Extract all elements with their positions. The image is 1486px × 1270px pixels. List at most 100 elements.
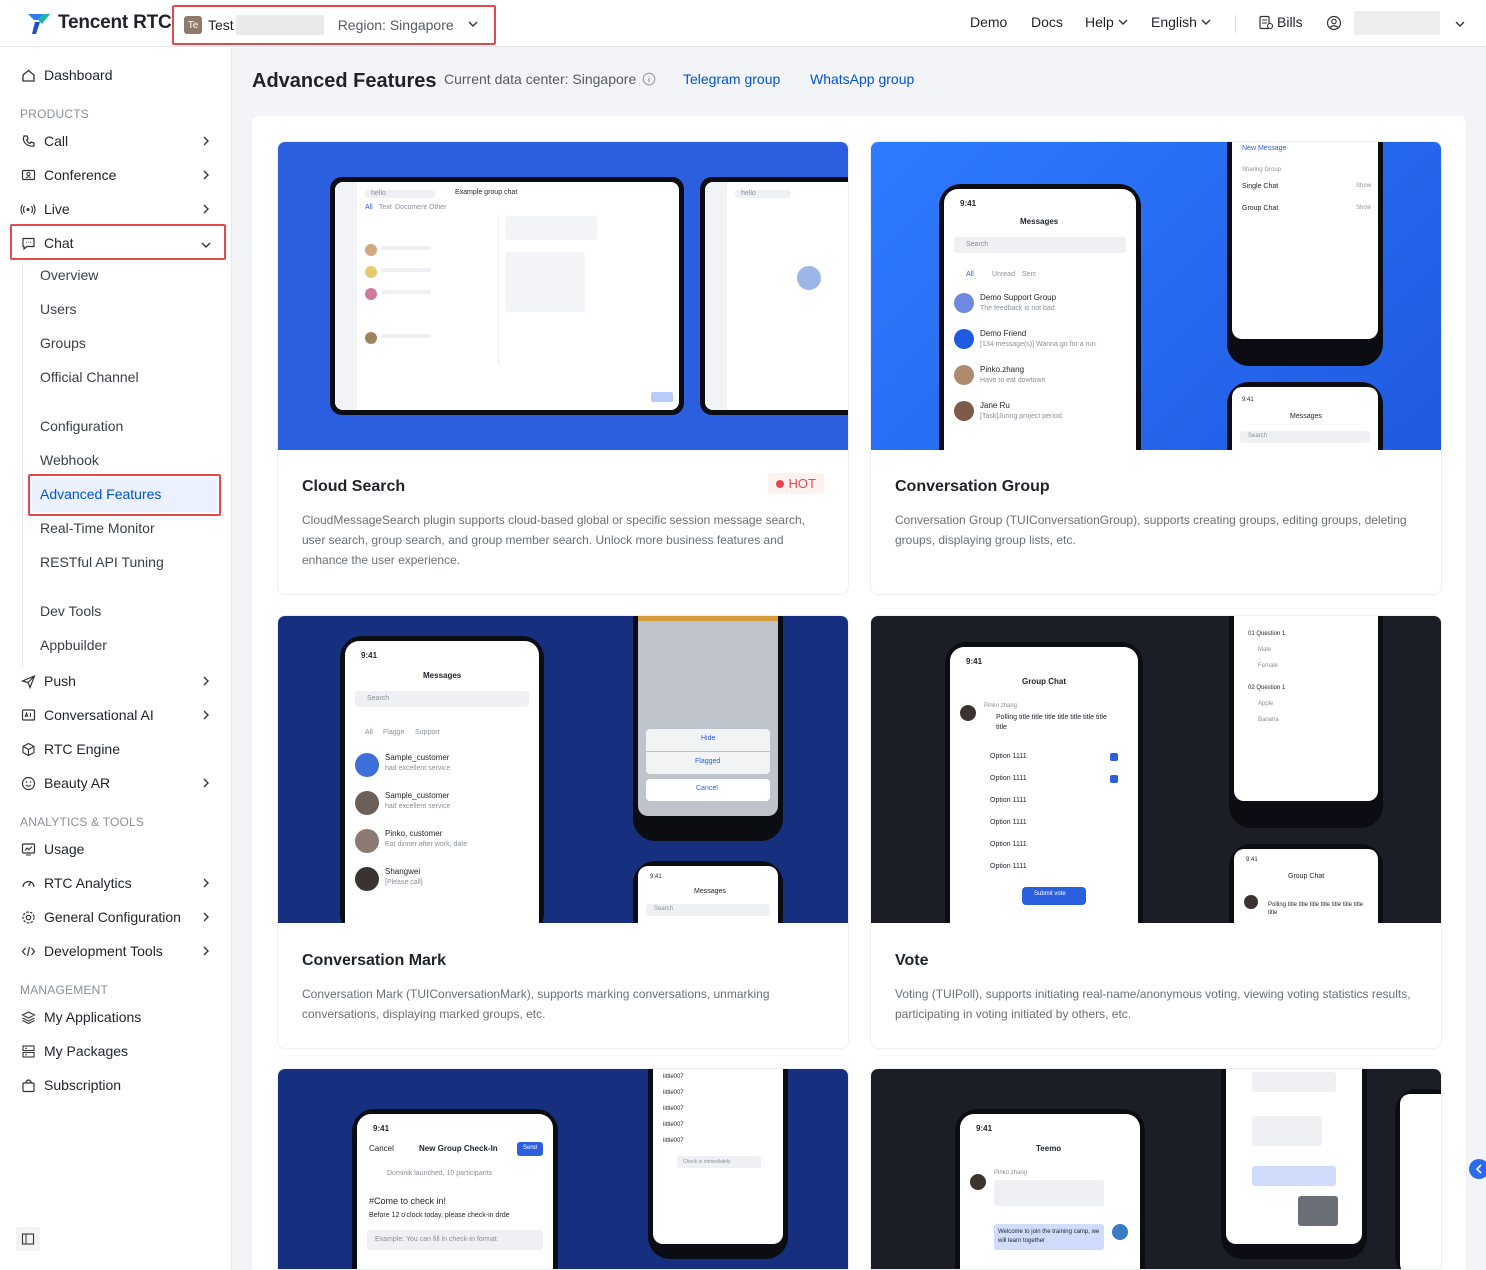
sidebar-item-rtc-engine[interactable]: RTC Engine: [20, 737, 120, 761]
phone-mockup: 9:41 Teemo Pinko zhang Welcome to join t…: [955, 1109, 1145, 1269]
card-title: Conversation Group: [895, 478, 1050, 495]
sidebar-subitem-users[interactable]: Users: [40, 301, 77, 317]
mock-tab-all: All: [365, 729, 373, 736]
sidebar-collapse-button[interactable]: [16, 1227, 40, 1251]
info-icon[interactable]: [642, 72, 656, 86]
layers-icon: [20, 1009, 36, 1025]
phone-mockup: 9:41 Messages Search All Flagge Support …: [340, 636, 544, 923]
feature-card-message-actions[interactable]: 9:41 Teemo Pinko zhang Welcome to join t…: [870, 1068, 1442, 1270]
sidebar-subitem-groups[interactable]: Groups: [40, 335, 86, 351]
chat-icon: [20, 235, 36, 251]
mock-row-msg: had excellent service: [385, 803, 451, 810]
sidebar-item-my-packages[interactable]: My Packages: [20, 1039, 128, 1063]
page-title: Advanced Features: [252, 70, 437, 92]
logo[interactable]: Tencent RTC: [26, 10, 172, 36]
sidebar-item-label: General Configuration: [44, 909, 181, 925]
sidebar-item-rtc-analytics[interactable]: RTC Analytics: [20, 871, 132, 895]
sidebar-subitem-configuration[interactable]: Configuration: [40, 418, 123, 434]
mock-list-item: little007: [663, 1122, 684, 1128]
sidebar-subitem-overview[interactable]: Overview: [40, 267, 98, 283]
nav-demo[interactable]: Demo: [970, 14, 1007, 30]
sidebar-subitem-appbuilder[interactable]: Appbuilder: [40, 637, 107, 653]
sidebar-item-call[interactable]: Call: [20, 129, 68, 153]
mock-checkin-text: #Come to check in!: [369, 1196, 447, 1206]
phone-mockup-small: 9:41 Messages Search: [633, 861, 783, 923]
mock-search: Search: [367, 695, 390, 702]
card-title: Vote: [895, 952, 929, 969]
mock-sender: Pinko zhang: [994, 1170, 1028, 1176]
mock-list-item: little007: [663, 1138, 684, 1144]
chevron-right-icon: [203, 912, 209, 922]
nav-docs[interactable]: Docs: [1031, 14, 1063, 30]
mock-poll-option: Option 1111: [990, 841, 1027, 848]
feature-card-vote[interactable]: 9:41 Group Chat Pinko zhang Polling titl…: [870, 615, 1442, 1049]
sidebar-item-beauty-ar[interactable]: Beauty AR: [20, 771, 110, 795]
app-switcher[interactable]: Te Test Region: Singapore: [172, 5, 496, 45]
sidebar-item-label: Conference: [44, 167, 117, 183]
sidebar-item-usage[interactable]: Usage: [20, 837, 84, 861]
sidebar-item-label: My Applications: [44, 1009, 142, 1025]
sidebar-item-label: Live: [44, 201, 70, 217]
mock-row-msg: The feedback is not bad: [980, 305, 1055, 312]
sidebar-item-general-configuration[interactable]: General Configuration: [20, 905, 181, 929]
card-title: Conversation Mark: [302, 952, 447, 969]
app-region: Region: Singapore: [337, 17, 454, 33]
sidebar-item-push[interactable]: Push: [20, 669, 76, 693]
feature-card-conversation-mark[interactable]: 9:41 Messages Search All Flagge Support …: [277, 615, 849, 1049]
mock-time: 9:41: [373, 1124, 390, 1133]
phone-mockup: 9:41 Cancel New Group Check-In Send Domi…: [352, 1109, 558, 1269]
feature-card-conversation-group[interactable]: 9:41 Messages Search All Unread Serc Dem…: [870, 141, 1442, 595]
sidebar-subitem-restful-api-tuning[interactable]: RESTful API Tuning: [40, 554, 164, 570]
sidebar-subitem-real-time-monitor[interactable]: Real-Time Monitor: [40, 520, 155, 536]
whatsapp-group-link[interactable]: WhatsApp group: [810, 71, 914, 87]
sidebar-item-conversational-ai[interactable]: Conversational AI: [20, 703, 154, 727]
sidebar-subitem-dev-tools[interactable]: Dev Tools: [40, 603, 101, 619]
phone-mockup-results: 01 Question 1 Male Female 02 Question 1 …: [1229, 616, 1383, 828]
sidebar-subitem-official-channel[interactable]: Official Channel: [40, 369, 139, 385]
mock-tab-all: All: [966, 271, 974, 278]
nav-bills[interactable]: Bills: [1258, 14, 1303, 30]
sidebar-item-my-applications[interactable]: My Applications: [20, 1005, 141, 1029]
sidebar-item-live[interactable]: Live: [20, 197, 70, 221]
datacenter-label: Current data center: Singapore: [444, 71, 637, 87]
mock-messages-title: Messages: [1020, 217, 1059, 226]
feature-card-cloud-search[interactable]: hello Example group chat All Text Docume…: [277, 141, 849, 595]
phone-mockup-small: 9:41 Group Chat Polling title title titl…: [1229, 844, 1383, 923]
sidebar-subitem-webhook[interactable]: Webhook: [40, 452, 99, 468]
feature-card-group-check-in[interactable]: 9:41 Cancel New Group Check-In Send Domi…: [277, 1068, 849, 1270]
nav-help-label: Help: [1085, 14, 1114, 30]
topbar-divider: [1235, 15, 1236, 33]
chevron-down-icon[interactable]: [1455, 19, 1465, 29]
beauty-icon: [20, 775, 36, 791]
phone-mockup-list: little007 little007 little007 little007 …: [648, 1069, 788, 1259]
user-avatar-icon[interactable]: [1326, 15, 1342, 31]
chevron-left-icon: [1475, 1164, 1482, 1174]
nav-help[interactable]: Help: [1085, 14, 1128, 30]
section-analytics: ANALYTICS & TOOLS: [20, 815, 145, 829]
group-check-in-preview: 9:41 Cancel New Group Check-In Send Domi…: [278, 1069, 848, 1269]
tablet-mockup: hello Example group chat All Text Docume…: [330, 177, 684, 415]
nav-demo-label: Demo: [970, 14, 1008, 30]
hot-badge: HOT: [767, 473, 824, 494]
mock-tab-unread: Unread: [992, 271, 1015, 278]
mock-search-text: hello: [741, 190, 756, 197]
sidebar-item-development-tools[interactable]: Development Tools: [20, 939, 163, 963]
nav-language[interactable]: English: [1151, 14, 1211, 30]
sidebar-item-dashboard[interactable]: Dashboard: [20, 63, 113, 87]
sidebar-item-chat[interactable]: Chat: [20, 231, 74, 255]
mock-row-name: Pinko.zhang: [980, 365, 1025, 374]
telegram-group-link[interactable]: Telegram group: [683, 71, 780, 87]
sidebar-item-label: Chat: [44, 235, 74, 251]
mock-option: Apple: [1258, 701, 1274, 707]
vote-preview: 9:41 Group Chat Pinko zhang Polling titl…: [871, 616, 1441, 923]
sidebar-item-conference[interactable]: Conference: [20, 163, 116, 187]
chevron-down-icon: [1118, 19, 1128, 25]
mock-cancel: Cancel: [369, 1144, 394, 1153]
mock-row-name: Sample_customer: [385, 791, 450, 800]
sidebar-subitem-advanced-features[interactable]: Advanced Features: [40, 486, 161, 502]
sidebar-item-subscription[interactable]: Subscription: [20, 1073, 121, 1097]
mock-list-item: little007: [663, 1074, 684, 1080]
mock-messages-title: Messages: [423, 671, 462, 680]
mock-check-immediately: Check in immediately: [683, 1159, 731, 1165]
floating-assistant-button[interactable]: [1469, 1159, 1486, 1179]
